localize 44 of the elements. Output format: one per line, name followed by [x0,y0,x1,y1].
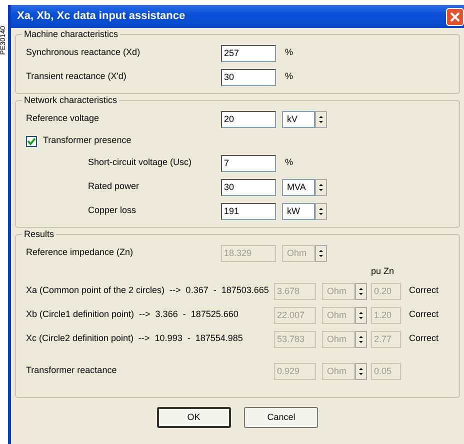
input-field[interactable]: 20 [221,110,276,128]
group-title: Machine characteristics [22,29,120,40]
spinner-control[interactable] [315,110,327,128]
input-field[interactable]: 7 [221,154,276,172]
column-header: pu Zn [371,265,394,278]
spinner-control[interactable] [355,330,367,348]
group-title: Results [22,229,56,240]
field-label: Transformer reactance [26,364,118,378]
unit-label: % [285,156,294,170]
field-label: Synchronous reactance (Xd) [26,46,142,60]
unit-dropdown[interactable]: kV [282,110,315,128]
status-label: Correct [409,308,439,322]
field-label: Transient reactance (X'd) [26,70,128,84]
unit-dropdown[interactable]: MVA [282,178,315,196]
dialog-button[interactable]: OK [156,407,231,428]
group-title: Network characteristics [22,95,120,106]
status-label: Correct [409,284,439,298]
field-label: Copper loss [88,204,138,218]
spinner-control[interactable] [355,306,367,324]
status-label: Correct [409,332,439,346]
checkbox-label: Transformer presence [43,134,132,148]
field-label: Xc (Circle2 definition point) --> 10.993 - 187554.985 [26,332,244,346]
input-field[interactable]: 191 [221,202,276,220]
field-label: Short-circuit voltage (Usc) [88,156,193,170]
close-icon [450,12,460,22]
close-button[interactable] [446,8,464,26]
spinner-control[interactable] [315,244,327,262]
unit-label: % [285,70,294,84]
field-label: Xb (Circle1 definition point) --> 3.366 - 187525.660 [26,308,240,322]
field-label: Rated power [88,180,140,194]
input-field[interactable]: 30 [221,68,276,86]
unit-label: % [285,46,294,60]
field-label: Reference voltage [26,112,100,126]
spinner-control[interactable] [355,282,367,300]
input-field[interactable]: 30 [221,178,276,196]
field-label: Xa (Common point of the 2 circles) --> 0.367 - 187503.665 [26,284,270,298]
window-title: Xa, Xb, Xc data input assistance [17,9,186,24]
input-field[interactable]: 257 [221,44,276,62]
spinner-control[interactable] [315,178,327,196]
spinner-control[interactable] [315,202,327,220]
unit-dropdown[interactable]: kW [282,202,315,220]
checkbox[interactable] [26,136,37,146]
dialog-button[interactable]: Cancel [244,407,318,428]
field-label: Reference impedance (Zn) [26,246,134,260]
